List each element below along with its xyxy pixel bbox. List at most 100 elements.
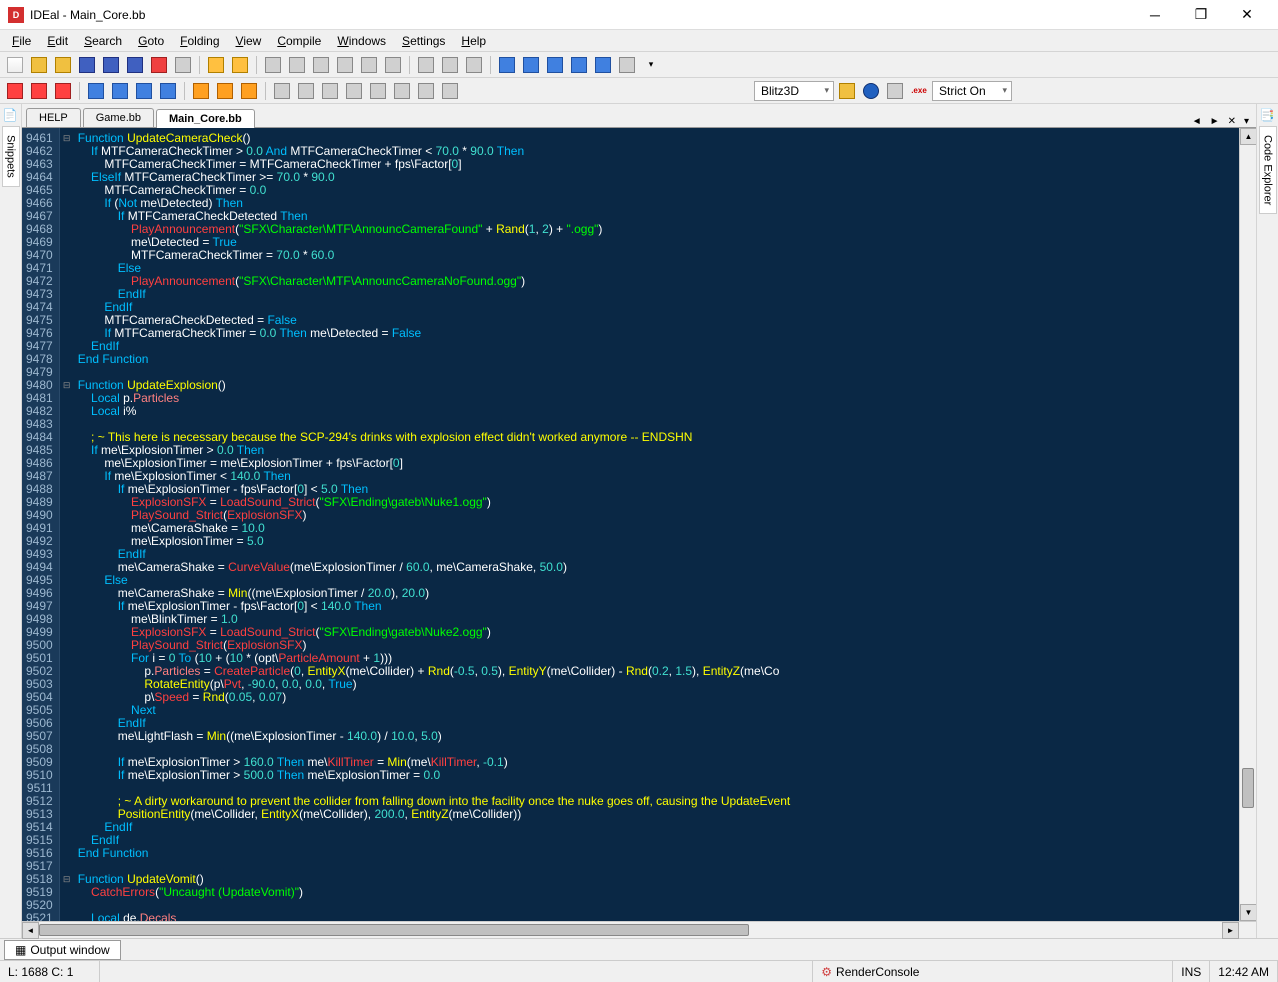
bookmark-prev-button[interactable] <box>28 80 50 102</box>
save-as-button[interactable] <box>124 54 146 76</box>
debug-step-button[interactable] <box>271 80 293 102</box>
debug-run-button[interactable] <box>343 80 365 102</box>
strict-combo[interactable]: Strict On <box>932 81 1012 101</box>
find-in-files-button[interactable] <box>463 54 485 76</box>
debug-over-button[interactable] <box>295 80 317 102</box>
bottom-dock: ▦ Output window <box>0 938 1278 960</box>
print-button[interactable] <box>172 54 194 76</box>
menu-settings[interactable]: Settings <box>394 32 453 50</box>
outdent-button[interactable] <box>520 54 542 76</box>
status-cursor-pos: L: 1688 C: 1 <box>0 961 100 982</box>
debug-stop-button[interactable] <box>391 80 413 102</box>
layout-dropdown-button[interactable]: ▾ <box>640 54 662 76</box>
fold-toggle[interactable]: ⊟ <box>60 132 74 145</box>
debug-pause-button[interactable] <box>367 80 389 102</box>
new-file-button[interactable] <box>4 54 26 76</box>
menu-windows[interactable]: Windows <box>329 32 394 50</box>
menu-view[interactable]: View <box>228 32 270 50</box>
status-process: ⚙ RenderConsole <box>813 961 1173 982</box>
tab-menu-button[interactable]: ▾ <box>1241 116 1252 127</box>
abc-button[interactable] <box>439 80 461 102</box>
close-button[interactable]: ✕ <box>1224 0 1270 30</box>
comment-button[interactable] <box>544 54 566 76</box>
exe-button[interactable]: .exe <box>908 80 930 102</box>
output-window-tab[interactable]: ▦ Output window <box>4 940 121 960</box>
toolbar-secondary: Blitz3D .exe Strict On <box>0 78 1278 104</box>
select-all-button[interactable] <box>358 54 380 76</box>
fold-all-button[interactable] <box>109 80 131 102</box>
layout-button[interactable] <box>616 54 638 76</box>
window-title: IDEal - Main_Core.bb <box>30 8 1132 22</box>
tab-prev-button[interactable]: ◄ <box>1189 116 1205 127</box>
maximize-button[interactable]: ❐ <box>1178 0 1224 30</box>
vertical-scrollbar[interactable]: ▲ ▼ <box>1239 128 1256 921</box>
unfold-button[interactable] <box>133 80 155 102</box>
open-recent-button[interactable] <box>52 54 74 76</box>
minimize-button[interactable]: ─ <box>1132 0 1178 30</box>
indent-button[interactable] <box>496 54 518 76</box>
fold-toggle[interactable]: ⊟ <box>60 873 74 886</box>
unfold-all-button[interactable] <box>157 80 179 102</box>
menu-help[interactable]: Help <box>453 32 494 50</box>
paste-button[interactable] <box>310 54 332 76</box>
compiler-combo[interactable]: Blitz3D <box>754 81 834 101</box>
output-icon: ▦ <box>15 943 26 957</box>
copy-button[interactable] <box>286 54 308 76</box>
code-body[interactable]: Function UpdateCameraCheck() If MTFCamer… <box>74 128 1239 921</box>
open-file-button[interactable] <box>28 54 50 76</box>
debug-out-button[interactable] <box>319 80 341 102</box>
build-button[interactable] <box>884 80 906 102</box>
hscroll-right-button[interactable]: ► <box>1222 922 1239 939</box>
find-button[interactable] <box>415 54 437 76</box>
left-dock: 📄 Snippets <box>0 104 22 938</box>
bookmark-button[interactable] <box>4 80 26 102</box>
code-explorer-tab[interactable]: Code Explorer <box>1259 126 1277 214</box>
code-explorer-icon: 📑 <box>1260 108 1276 124</box>
fold-column: ⊟ ⊟ ⊟ <box>60 128 74 921</box>
debug-restart-button[interactable] <box>415 80 437 102</box>
menu-search[interactable]: Search <box>76 32 130 50</box>
delete-button[interactable] <box>334 54 356 76</box>
bookmark-next-button[interactable] <box>52 80 74 102</box>
right-dock: 📑 Code Explorer <box>1256 104 1278 938</box>
close-file-button[interactable] <box>148 54 170 76</box>
macro-stop-button[interactable] <box>238 80 260 102</box>
save-button[interactable] <box>76 54 98 76</box>
menu-bar: FileEditSearchGotoFoldingViewCompileWind… <box>0 30 1278 52</box>
redo-button[interactable] <box>229 54 251 76</box>
tab-next-button[interactable]: ► <box>1207 116 1223 127</box>
title-bar: D IDEal - Main_Core.bb ─ ❐ ✕ <box>0 0 1278 30</box>
file-tab-help[interactable]: HELP <box>26 108 81 127</box>
format-button[interactable] <box>592 54 614 76</box>
code-editor[interactable]: 9461946294639464946594669467946894699470… <box>22 128 1256 921</box>
editor-tab-strip: HELPGame.bbMain_Core.bb ◄ ► ✕ ▾ <box>22 104 1256 128</box>
run-button[interactable] <box>860 80 882 102</box>
fold-button[interactable] <box>85 80 107 102</box>
hscroll-left-button[interactable]: ◄ <box>22 922 39 939</box>
process-icon: ⚙ <box>821 965 832 979</box>
snippets-icon: 📄 <box>3 108 19 124</box>
compile-button[interactable] <box>836 80 858 102</box>
status-spacer <box>100 961 813 982</box>
fold-toggle[interactable]: ⊟ <box>60 379 74 392</box>
menu-file[interactable]: File <box>4 32 39 50</box>
line-number-gutter: 9461946294639464946594669467946894699470… <box>22 128 60 921</box>
snippets-tab[interactable]: Snippets <box>2 126 20 187</box>
menu-edit[interactable]: Edit <box>39 32 76 50</box>
replace-button[interactable] <box>439 54 461 76</box>
macro-play-button[interactable] <box>214 80 236 102</box>
uncomment-button[interactable] <box>568 54 590 76</box>
horizontal-scroll-area: ◄ ► <box>22 921 1256 938</box>
macro-record-button[interactable] <box>190 80 212 102</box>
menu-goto[interactable]: Goto <box>130 32 172 50</box>
tab-close-button[interactable]: ✕ <box>1225 116 1239 127</box>
undo-button[interactable] <box>205 54 227 76</box>
menu-compile[interactable]: Compile <box>269 32 329 50</box>
horizontal-scrollbar[interactable] <box>39 922 1222 938</box>
file-tab-game-bb[interactable]: Game.bb <box>83 108 154 127</box>
clipboard-button[interactable] <box>382 54 404 76</box>
cut-button[interactable] <box>262 54 284 76</box>
file-tab-main_core-bb[interactable]: Main_Core.bb <box>156 109 255 128</box>
save-all-button[interactable] <box>100 54 122 76</box>
menu-folding[interactable]: Folding <box>172 32 227 50</box>
